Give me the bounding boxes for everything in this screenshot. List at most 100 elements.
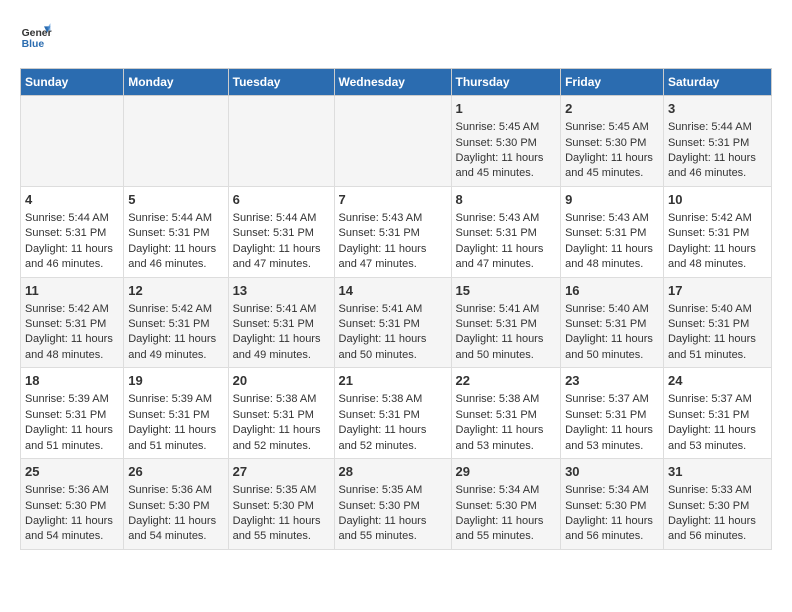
header-day-thursday: Thursday: [451, 69, 561, 96]
day-number: 26: [128, 463, 223, 481]
calendar-cell: 27Sunrise: 5:35 AMSunset: 5:30 PMDayligh…: [228, 459, 334, 550]
day-info: Daylight: 11 hours and 53 minutes.: [668, 423, 767, 454]
calendar-cell: 8Sunrise: 5:43 AMSunset: 5:31 PMDaylight…: [451, 186, 561, 277]
day-info: Sunset: 5:31 PM: [128, 317, 223, 332]
day-info: Sunset: 5:30 PM: [233, 499, 330, 514]
day-number: 18: [25, 372, 119, 390]
day-info: Sunset: 5:31 PM: [565, 317, 659, 332]
day-info: Sunset: 5:31 PM: [668, 317, 767, 332]
day-info: Sunrise: 5:44 AM: [668, 120, 767, 135]
calendar-cell: 19Sunrise: 5:39 AMSunset: 5:31 PMDayligh…: [124, 368, 228, 459]
day-info: Daylight: 11 hours and 48 minutes.: [25, 332, 119, 363]
day-info: Sunset: 5:31 PM: [668, 136, 767, 151]
day-info: Sunset: 5:30 PM: [456, 499, 557, 514]
day-info: Daylight: 11 hours and 56 minutes.: [668, 514, 767, 545]
day-number: 17: [668, 282, 767, 300]
calendar-cell: 12Sunrise: 5:42 AMSunset: 5:31 PMDayligh…: [124, 277, 228, 368]
day-info: Sunset: 5:30 PM: [456, 136, 557, 151]
day-info: Sunset: 5:31 PM: [128, 408, 223, 423]
day-info: Sunrise: 5:33 AM: [668, 483, 767, 498]
day-info: Daylight: 11 hours and 55 minutes.: [456, 514, 557, 545]
day-info: Sunset: 5:31 PM: [25, 408, 119, 423]
day-info: Sunrise: 5:38 AM: [456, 392, 557, 407]
day-info: Daylight: 11 hours and 53 minutes.: [456, 423, 557, 454]
day-info: Daylight: 11 hours and 48 minutes.: [565, 242, 659, 273]
day-info: Sunrise: 5:44 AM: [25, 211, 119, 226]
calendar-cell: 2Sunrise: 5:45 AMSunset: 5:30 PMDaylight…: [561, 96, 664, 187]
svg-text:Blue: Blue: [22, 39, 45, 50]
day-info: Sunset: 5:31 PM: [565, 408, 659, 423]
day-info: Daylight: 11 hours and 51 minutes.: [25, 423, 119, 454]
day-info: Daylight: 11 hours and 50 minutes.: [339, 332, 447, 363]
calendar-cell: 3Sunrise: 5:44 AMSunset: 5:31 PMDaylight…: [663, 96, 771, 187]
week-row-2: 4Sunrise: 5:44 AMSunset: 5:31 PMDaylight…: [21, 186, 772, 277]
day-info: Sunrise: 5:38 AM: [339, 392, 447, 407]
calendar-cell: 18Sunrise: 5:39 AMSunset: 5:31 PMDayligh…: [21, 368, 124, 459]
day-number: 4: [25, 191, 119, 209]
calendar-cell: [124, 96, 228, 187]
calendar-cell: [21, 96, 124, 187]
day-info: Sunset: 5:31 PM: [233, 317, 330, 332]
calendar-cell: 28Sunrise: 5:35 AMSunset: 5:30 PMDayligh…: [334, 459, 451, 550]
day-number: 13: [233, 282, 330, 300]
day-number: 2: [565, 100, 659, 118]
day-info: Sunrise: 5:42 AM: [25, 302, 119, 317]
calendar-cell: 22Sunrise: 5:38 AMSunset: 5:31 PMDayligh…: [451, 368, 561, 459]
calendar-cell: 5Sunrise: 5:44 AMSunset: 5:31 PMDaylight…: [124, 186, 228, 277]
day-number: 19: [128, 372, 223, 390]
day-number: 25: [25, 463, 119, 481]
day-number: 16: [565, 282, 659, 300]
week-row-3: 11Sunrise: 5:42 AMSunset: 5:31 PMDayligh…: [21, 277, 772, 368]
day-number: 6: [233, 191, 330, 209]
day-info: Daylight: 11 hours and 52 minutes.: [233, 423, 330, 454]
day-info: Sunset: 5:31 PM: [668, 408, 767, 423]
day-number: 22: [456, 372, 557, 390]
day-info: Sunset: 5:31 PM: [456, 226, 557, 241]
day-info: Daylight: 11 hours and 47 minutes.: [233, 242, 330, 273]
calendar-cell: 9Sunrise: 5:43 AMSunset: 5:31 PMDaylight…: [561, 186, 664, 277]
day-number: 10: [668, 191, 767, 209]
day-info: Daylight: 11 hours and 46 minutes.: [25, 242, 119, 273]
day-number: 24: [668, 372, 767, 390]
day-number: 21: [339, 372, 447, 390]
day-info: Sunset: 5:31 PM: [233, 408, 330, 423]
calendar-cell: 7Sunrise: 5:43 AMSunset: 5:31 PMDaylight…: [334, 186, 451, 277]
calendar-cell: 30Sunrise: 5:34 AMSunset: 5:30 PMDayligh…: [561, 459, 664, 550]
day-info: Daylight: 11 hours and 56 minutes.: [565, 514, 659, 545]
day-info: Daylight: 11 hours and 49 minutes.: [233, 332, 330, 363]
day-number: 14: [339, 282, 447, 300]
day-number: 1: [456, 100, 557, 118]
header-day-saturday: Saturday: [663, 69, 771, 96]
day-info: Sunrise: 5:35 AM: [339, 483, 447, 498]
day-info: Sunrise: 5:42 AM: [128, 302, 223, 317]
calendar-cell: 21Sunrise: 5:38 AMSunset: 5:31 PMDayligh…: [334, 368, 451, 459]
calendar-table: SundayMondayTuesdayWednesdayThursdayFrid…: [20, 68, 772, 550]
day-info: Sunrise: 5:34 AM: [456, 483, 557, 498]
day-info: Sunrise: 5:37 AM: [565, 392, 659, 407]
calendar-cell: 20Sunrise: 5:38 AMSunset: 5:31 PMDayligh…: [228, 368, 334, 459]
calendar-cell: 16Sunrise: 5:40 AMSunset: 5:31 PMDayligh…: [561, 277, 664, 368]
day-number: 7: [339, 191, 447, 209]
calendar-cell: 15Sunrise: 5:41 AMSunset: 5:31 PMDayligh…: [451, 277, 561, 368]
day-info: Sunset: 5:31 PM: [339, 226, 447, 241]
calendar-cell: [334, 96, 451, 187]
day-info: Sunset: 5:30 PM: [565, 136, 659, 151]
day-info: Sunset: 5:31 PM: [25, 317, 119, 332]
day-number: 28: [339, 463, 447, 481]
day-info: Sunset: 5:31 PM: [25, 226, 119, 241]
logo: General Blue: [20, 20, 52, 52]
day-info: Sunrise: 5:42 AM: [668, 211, 767, 226]
day-info: Daylight: 11 hours and 52 minutes.: [339, 423, 447, 454]
week-row-4: 18Sunrise: 5:39 AMSunset: 5:31 PMDayligh…: [21, 368, 772, 459]
day-info: Sunrise: 5:35 AM: [233, 483, 330, 498]
calendar-cell: 4 Sunrise: 5:44 AMSunset: 5:31 PMDaylight…: [21, 186, 124, 277]
day-info: Sunrise: 5:34 AM: [565, 483, 659, 498]
day-info: Daylight: 11 hours and 46 minutes.: [128, 242, 223, 273]
day-info: Daylight: 11 hours and 49 minutes.: [128, 332, 223, 363]
day-info: Daylight: 11 hours and 45 minutes.: [456, 151, 557, 182]
calendar-cell: 14Sunrise: 5:41 AMSunset: 5:31 PMDayligh…: [334, 277, 451, 368]
day-info: Sunrise: 5:37 AM: [668, 392, 767, 407]
calendar-cell: [228, 96, 334, 187]
day-number: 11: [25, 282, 119, 300]
day-info: Sunset: 5:31 PM: [233, 226, 330, 241]
